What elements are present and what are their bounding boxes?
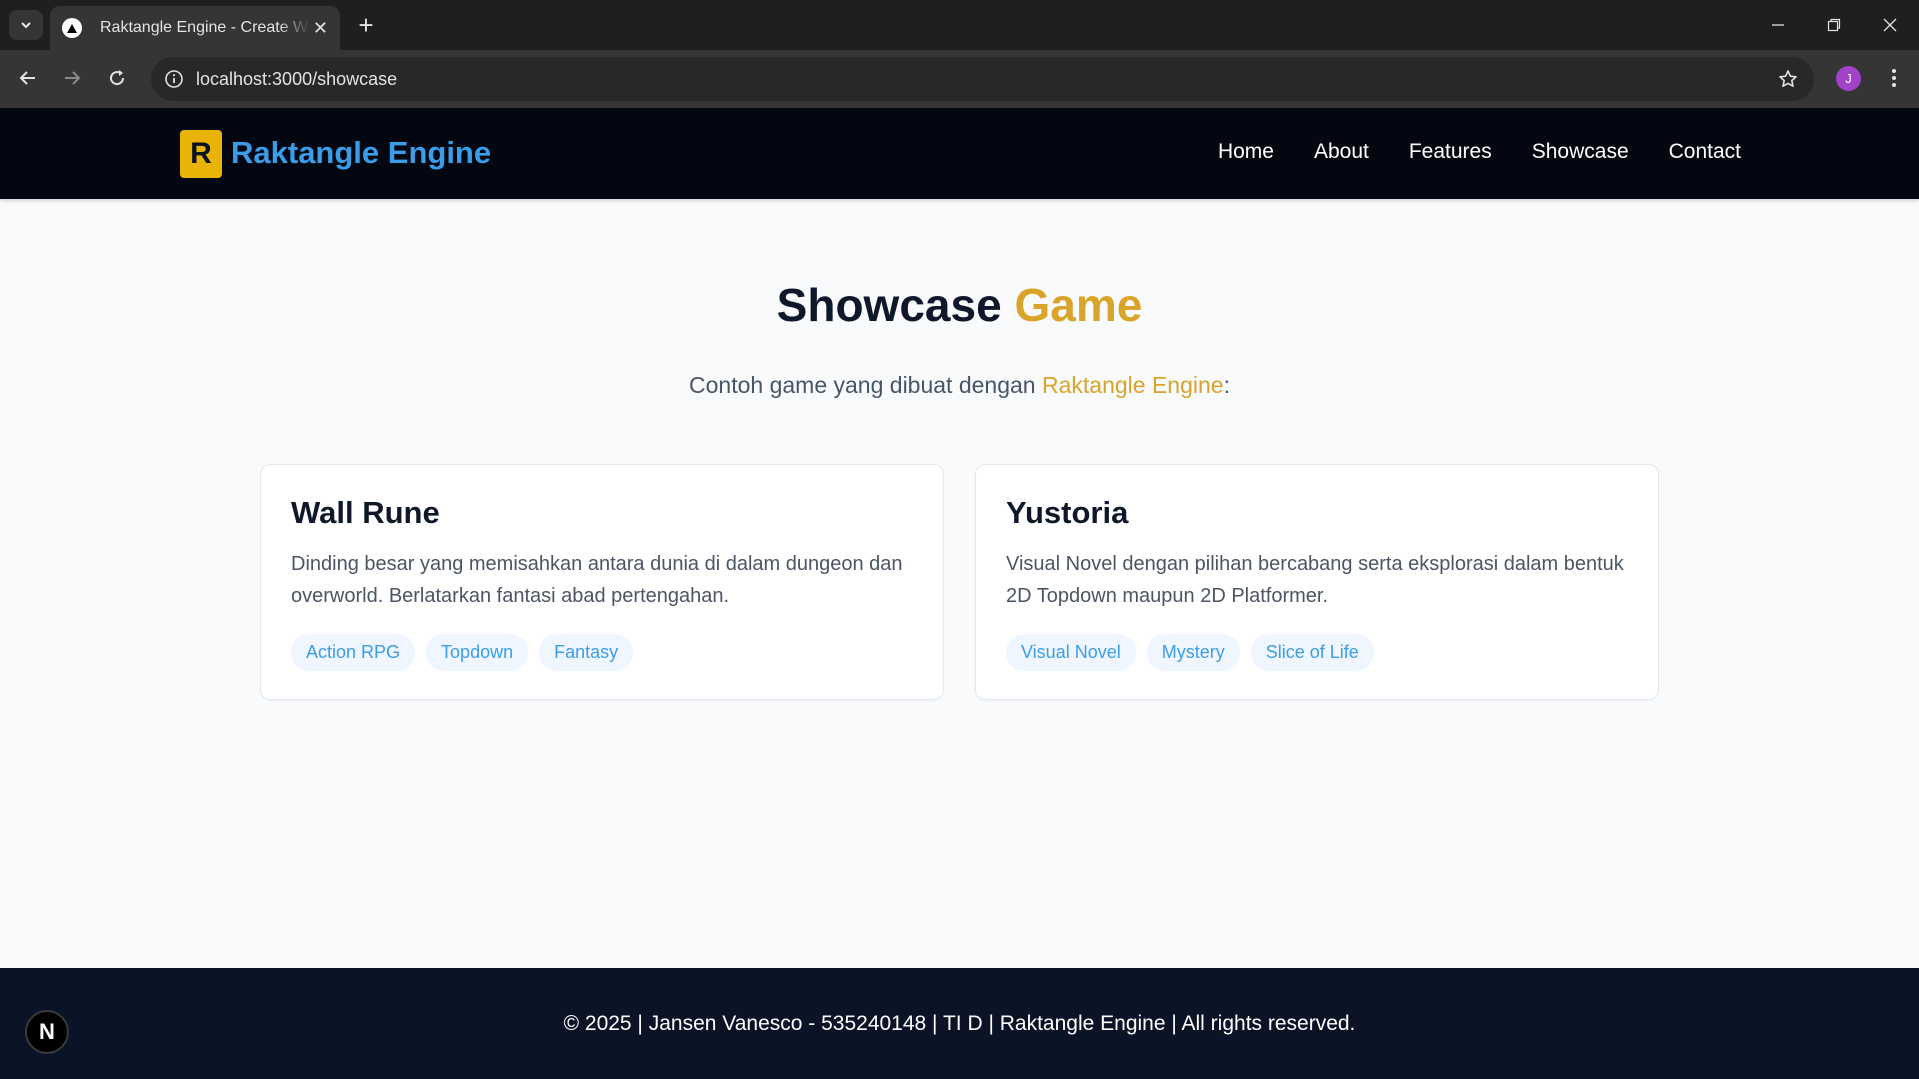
game-card-description: Visual Novel dengan pilihan bercabang se… [1006, 552, 1624, 607]
tab-title: Raktangle Engine - Create With [100, 19, 310, 36]
address-bar[interactable]: localhost:3000/showcase [151, 57, 1814, 101]
tab-search-button[interactable] [9, 10, 43, 40]
reload-button[interactable] [101, 62, 133, 94]
page-subtitle: Contoh game yang dibuat dengan Raktangle… [0, 372, 1919, 399]
nav-link-about[interactable]: About [1314, 140, 1369, 164]
profile-avatar[interactable]: J [1836, 66, 1861, 91]
nav-link-contact[interactable]: Contact [1669, 140, 1741, 164]
favicon-icon [62, 18, 82, 38]
genre-tag: Mystery [1146, 633, 1240, 671]
close-tab-icon[interactable]: ✕ [313, 19, 328, 37]
page-title-main: Showcase [776, 279, 1002, 331]
more-menu-icon[interactable] [1880, 62, 1908, 94]
minimize-button[interactable] [1750, 0, 1806, 50]
nav-link-home[interactable]: Home [1218, 140, 1274, 164]
close-icon [1883, 18, 1897, 32]
new-tab-button[interactable]: + [352, 11, 380, 39]
back-button[interactable] [12, 62, 44, 94]
subtitle-suffix: : [1223, 372, 1230, 398]
restore-icon [1827, 18, 1841, 32]
restore-button[interactable] [1806, 0, 1862, 50]
site-footer: © 2025 | Jansen Vanesco - 535240148 | TI… [0, 968, 1919, 1079]
game-card: Yustoria Visual Novel dengan pilihan ber… [975, 464, 1659, 700]
subtitle-accent: Raktangle Engine [1041, 372, 1224, 398]
main-nav: Home About Features Showcase Contact [1218, 140, 1741, 164]
page-title-accent: Game [1014, 279, 1143, 331]
site-header: R Raktangle Engine Home About Features S… [0, 108, 1919, 199]
minimize-icon [1772, 24, 1784, 26]
forward-button[interactable] [56, 62, 88, 94]
reload-icon [110, 70, 125, 86]
arrow-right-icon [65, 71, 81, 85]
game-card-tags: Visual Novel Mystery Slice of Life [1006, 633, 1628, 671]
bookmark-star-icon[interactable] [1776, 67, 1800, 91]
genre-tag: Action RPG [291, 633, 416, 671]
footer-copyright: © 2025 | Jansen Vanesco - 535240148 | TI… [563, 1012, 1356, 1035]
game-card-title: Wall Rune [291, 495, 440, 530]
nav-link-features[interactable]: Features [1409, 140, 1492, 164]
game-card-title: Yustoria [1006, 495, 1129, 530]
page-title: Showcase Game [0, 278, 1919, 332]
genre-tag: Topdown [426, 633, 529, 671]
browser-toolbar: localhost:3000/showcase J [0, 50, 1919, 108]
close-window-button[interactable] [1862, 0, 1918, 50]
browser-tab[interactable]: Raktangle Engine - Create With ✕ [50, 6, 340, 50]
arrow-left-icon [19, 71, 35, 85]
chevron-down-icon [21, 22, 31, 29]
game-card-description: Dinding besar yang memisahkan antara dun… [291, 552, 903, 607]
logo-mark[interactable]: R [180, 130, 222, 178]
genre-tag: Slice of Life [1250, 633, 1374, 671]
browser-tab-bar: Raktangle Engine - Create With ✕ + [0, 0, 1919, 50]
site-info-icon[interactable] [161, 66, 187, 92]
game-card: Wall Rune Dinding besar yang memisahkan … [260, 464, 944, 700]
dev-tools-badge[interactable]: N [25, 1010, 69, 1054]
url-text[interactable]: localhost:3000/showcase [196, 69, 397, 90]
game-card-tags: Action RPG Topdown Fantasy [291, 633, 913, 671]
brand-name[interactable]: Raktangle Engine [231, 135, 491, 171]
genre-tag: Fantasy [539, 633, 634, 671]
subtitle-prefix: Contoh game yang dibuat dengan [689, 372, 1036, 398]
nav-link-showcase[interactable]: Showcase [1532, 140, 1629, 164]
genre-tag: Visual Novel [1006, 633, 1136, 671]
